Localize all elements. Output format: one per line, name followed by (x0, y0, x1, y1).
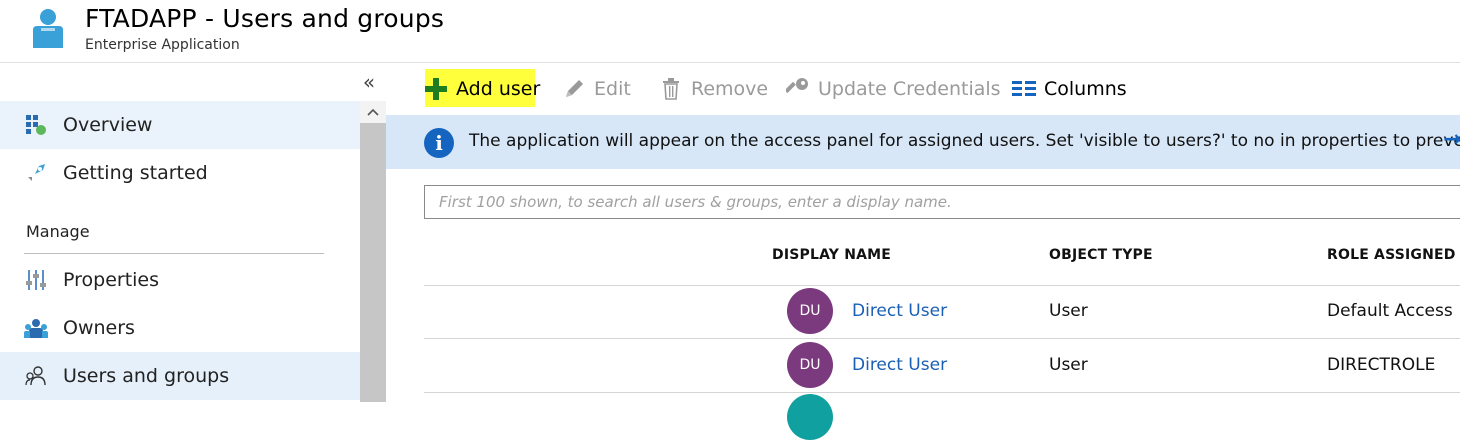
blade-header: FTADAPP - Users and groups Enterprise Ap… (0, 0, 1460, 62)
sidebar-scrollbar[interactable] (360, 101, 386, 402)
sidebar-item-label: Users and groups (63, 365, 230, 387)
table-row[interactable]: DU Direct User User Default Access (424, 285, 1460, 337)
scroll-up-icon[interactable] (360, 101, 386, 123)
sidebar-item-properties[interactable]: Properties (0, 256, 360, 304)
rocket-icon (24, 161, 48, 185)
sidebar: « Overview Getting started Manage Proper… (0, 62, 386, 402)
edit-button[interactable]: Edit (562, 73, 631, 105)
trash-icon (659, 77, 683, 101)
column-header-role-assigned[interactable]: ROLE ASSIGNED (1327, 247, 1456, 263)
main-content: Add user Edit Remove Update Credentials … (386, 62, 1460, 440)
sidebar-item-owners[interactable]: Owners (0, 304, 360, 352)
column-header-object-type[interactable]: OBJECT TYPE (1049, 247, 1153, 263)
update-credentials-label: Update Credentials (818, 78, 1001, 100)
table-divider (424, 392, 1460, 393)
sidebar-item-label: Properties (63, 269, 160, 291)
properties-sliders-icon (24, 268, 48, 292)
role-assigned-cell: DIRECTROLE (1327, 355, 1436, 375)
columns-button[interactable]: Columns (1012, 73, 1127, 105)
sidebar-item-getting-started[interactable]: Getting started (0, 149, 360, 197)
page-subtitle: Enterprise Application (85, 37, 240, 53)
info-banner-text: The application will appear on the acces… (469, 131, 1460, 151)
section-divider (24, 253, 324, 254)
section-heading-manage: Manage (26, 222, 90, 241)
user-name-link[interactable]: Direct User (852, 301, 947, 321)
key-icon (786, 77, 810, 101)
sidebar-item-overview[interactable]: Overview (0, 101, 360, 149)
sidebar-item-label: Overview (63, 114, 153, 136)
plus-icon (424, 77, 448, 101)
info-icon: i (424, 128, 454, 158)
overview-grid-icon (24, 113, 48, 137)
avatar: DU (787, 288, 833, 334)
table-row[interactable]: DU Direct User User DIRECTROLE (424, 339, 1460, 391)
enterprise-app-user-icon (31, 8, 65, 48)
column-header-display-name[interactable]: DISPLAY NAME (772, 247, 891, 263)
user-name-link[interactable]: Direct User (852, 355, 947, 375)
add-user-button[interactable]: Add user (424, 73, 540, 105)
collapse-sidebar-button[interactable]: « (359, 69, 379, 95)
avatar: DU (787, 342, 833, 388)
pencil-icon (562, 77, 586, 101)
owners-icon (24, 316, 48, 340)
users-groups-icon (24, 364, 48, 388)
role-assigned-cell: Default Access (1327, 301, 1453, 321)
object-type-cell: User (1049, 301, 1088, 321)
sidebar-item-label: Owners (63, 317, 135, 339)
remove-label: Remove (691, 78, 769, 100)
sidebar-item-label: Getting started (63, 162, 208, 184)
columns-icon (1012, 77, 1036, 101)
page-title: FTADAPP - Users and groups (85, 4, 445, 33)
remove-button[interactable]: Remove (659, 73, 768, 105)
search-box[interactable] (424, 185, 1460, 219)
update-credentials-button[interactable]: Update Credentials (786, 73, 1001, 105)
edit-label: Edit (594, 78, 631, 100)
sidebar-item-users-and-groups[interactable]: Users and groups (0, 352, 360, 400)
columns-label: Columns (1044, 78, 1127, 100)
info-banner: i The application will appear on the acc… (386, 115, 1460, 169)
arrow-right-icon[interactable]: → (1443, 127, 1460, 152)
add-user-label: Add user (456, 78, 541, 100)
object-type-cell: User (1049, 355, 1088, 375)
search-input[interactable] (437, 186, 1451, 218)
